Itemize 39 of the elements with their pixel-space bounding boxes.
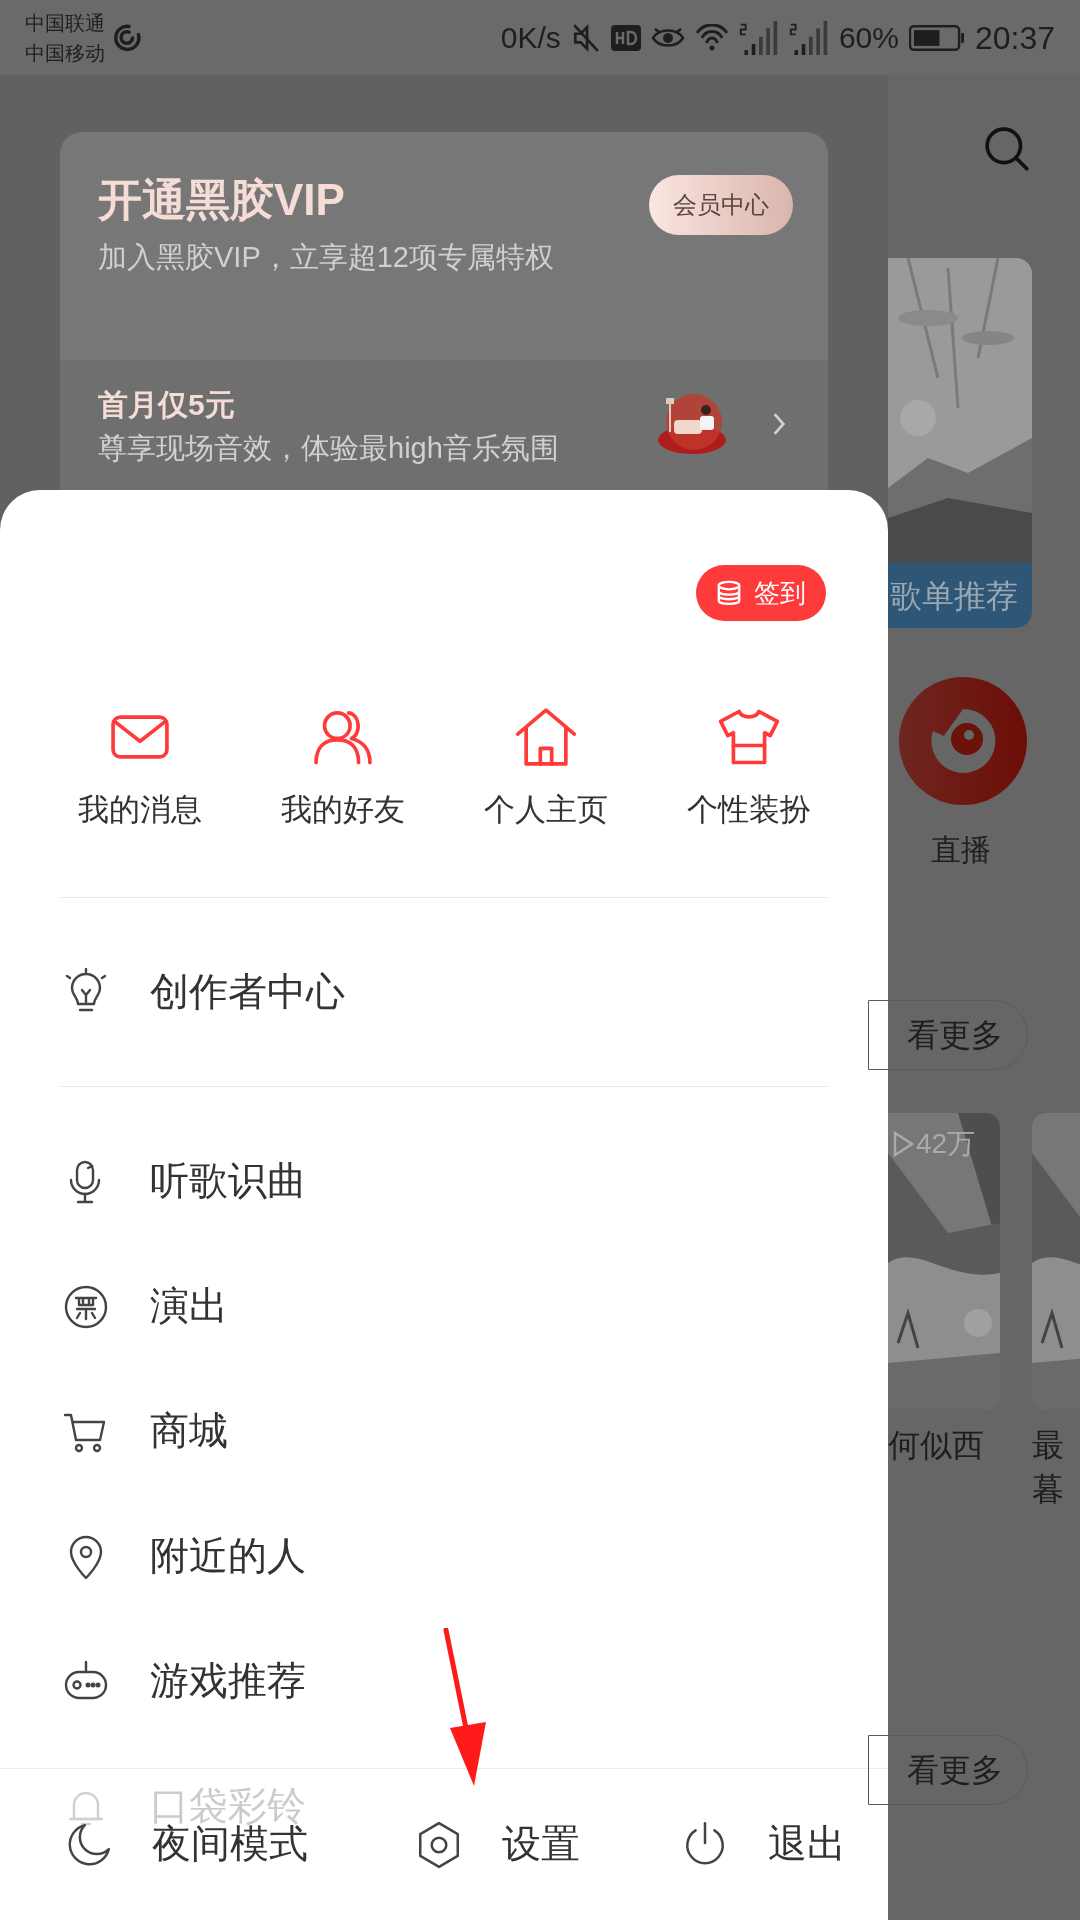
shortcut-button[interactable]: 个性装扮 bbox=[647, 703, 850, 853]
battery-icon bbox=[908, 24, 965, 51]
play-icon bbox=[892, 1130, 914, 1158]
offer-text: 尊享现场音效，体验最high音乐氛围 bbox=[98, 431, 559, 466]
shortcut-button[interactable]: 个人主页 bbox=[444, 703, 647, 853]
menu-item[interactable]: 创作者中心 bbox=[62, 962, 345, 1022]
chevron-right-icon[interactable] bbox=[772, 412, 786, 436]
menu-item[interactable]: 商城 bbox=[62, 1402, 228, 1461]
shortcut-button[interactable]: 我的消息 bbox=[38, 703, 241, 853]
network-speed: 0K/s bbox=[500, 20, 561, 56]
wifi-icon bbox=[694, 23, 729, 52]
hd-icon bbox=[610, 24, 641, 51]
song-caption: 最 bbox=[1032, 1426, 1064, 1465]
shortcut-button[interactable]: 我的好友 bbox=[241, 703, 444, 853]
signal-icon bbox=[738, 20, 779, 55]
live-disc-icon[interactable] bbox=[897, 675, 1029, 807]
signal-icon bbox=[788, 20, 829, 55]
vip-title: 开通黑胶VIP bbox=[98, 174, 345, 226]
battery-percent: 60% bbox=[838, 20, 899, 56]
menu-item[interactable]: 游戏推荐 bbox=[62, 1652, 306, 1711]
search-icon[interactable] bbox=[983, 125, 1031, 173]
menu-item[interactable]: 听歌识曲 bbox=[62, 1152, 306, 1211]
song-caption: 暮 bbox=[1032, 1470, 1064, 1509]
carrier-name: 中国联通 bbox=[25, 10, 105, 36]
live-label: 直播 bbox=[931, 832, 991, 868]
app-logo-icon bbox=[113, 22, 143, 53]
member-center-button[interactable]: 会员中心 bbox=[649, 175, 793, 235]
carrier-name: 中国移动 bbox=[25, 40, 105, 66]
clock-time: 20:37 bbox=[974, 18, 1055, 58]
bottom-bar-button[interactable]: 退出 bbox=[680, 1815, 846, 1874]
menu-item[interactable]: 附近的人 bbox=[62, 1527, 306, 1586]
playlist-label: 歌单推荐 bbox=[888, 563, 1032, 628]
coin-stack-icon bbox=[716, 579, 742, 607]
bottom-bar-button[interactable]: 设置 bbox=[414, 1815, 580, 1874]
menu-item[interactable]: 演出 bbox=[62, 1277, 228, 1336]
song-caption: 何似西 bbox=[888, 1426, 984, 1465]
sign-in-button[interactable]: 签到 bbox=[696, 565, 826, 621]
vip-subtitle: 加入黑胶VIP，立享超12项专属特权 bbox=[98, 240, 554, 275]
offer-title: 首月仅5元 bbox=[98, 387, 236, 423]
